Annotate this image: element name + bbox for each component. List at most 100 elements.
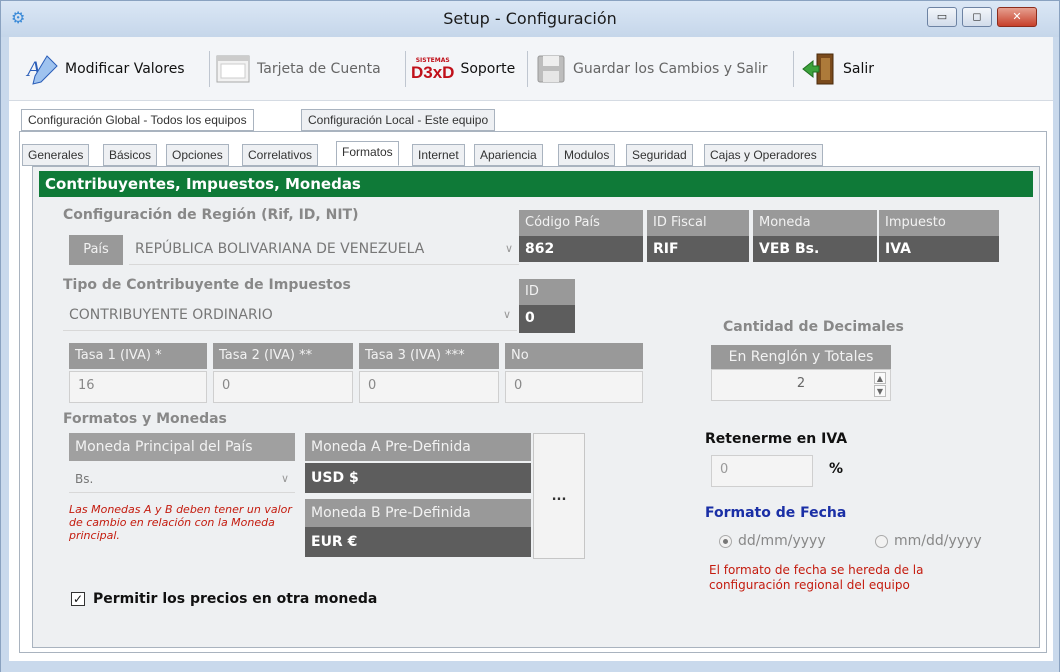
title-bar[interactable]: ⚙ Setup - Configuración ▭ ◻ ✕ [1,1,1059,37]
guardar-salir-button[interactable]: Guardar los Cambios y Salir [535,47,768,91]
contribuyente-value: CONTRIBUYENTE ORDINARIO [69,307,273,323]
decimales-title: Cantidad de Decimales [723,319,904,335]
formatos-content: Contribuyentes, Impuestos, Monedas Confi… [32,166,1040,648]
moneda-b-label: Moneda B Pre-Definida [305,499,531,527]
tasa1-label: Tasa 1 (IVA) * [69,343,207,369]
fecha-mm-dd-radio[interactable]: mm/dd/yyyy [875,533,982,549]
salir-label: Salir [843,61,875,77]
tab-cajas-operadores[interactable]: Cajas y Operadores [704,144,823,166]
pais-value: REPÚBLICA BOLIVARIANA DE VENEZUELA [135,241,425,257]
spinner-down-icon[interactable]: ▼ [874,385,886,397]
no-label: No [505,343,643,369]
permitir-precios-checkbox[interactable]: ✓ Permitir los precios en otra moneda [71,591,377,607]
save-disk-icon [537,55,565,83]
minimize-button[interactable]: ▭ [927,7,957,27]
tab-apariencia[interactable]: Apariencia [474,144,543,166]
checkmark-icon: ✓ [71,592,85,606]
moneda-principal-label: Moneda Principal del País [69,433,295,461]
tab-formatos[interactable]: Formatos [336,141,399,166]
salir-button[interactable]: Salir [801,47,874,91]
tab-modulos[interactable]: Modulos [558,144,616,166]
fecha-mm-dd-label: mm/dd/yyyy [894,533,982,549]
contribuyente-dropdown[interactable]: CONTRIBUYENTE ORDINARIO ∨ [63,301,517,331]
exit-door-icon [802,53,834,85]
tab-basicos[interactable]: Básicos [103,144,158,166]
tarjeta-cuenta-button[interactable]: Tarjeta de Cuenta [215,47,381,91]
moneda-a-value[interactable]: USD $ [305,463,531,493]
soporte-label: Soporte [460,61,516,77]
toolbar: A z Modificar Valores Tarjeta de Cuenta … [9,37,1053,101]
formato-fecha-title: Formato de Fecha [705,505,847,521]
global-config-panel: Generales Básicos Opciones Correlativos … [19,131,1047,653]
moneda-principal-value: Bs. [75,472,94,486]
modificar-valores-label: Modificar Valores [65,61,185,77]
close-button[interactable]: ✕ [997,7,1037,27]
soporte-button[interactable]: SISTEMAS D3xD Soporte [411,47,515,91]
tasa3-label: Tasa 3 (IVA) *** [359,343,499,369]
moneda-value: VEB Bs. [753,236,877,262]
fecha-dd-mm-label: dd/mm/yyyy [738,533,826,549]
tasa1-input[interactable]: 16 [69,371,207,403]
fecha-dd-mm-radio[interactable]: dd/mm/yyyy [719,533,826,549]
moneda-b-value[interactable]: EUR € [305,527,531,557]
modificar-valores-button[interactable]: A z Modificar Valores [25,47,185,91]
id-fiscal-value: RIF [647,236,749,262]
tasa3-input[interactable]: 0 [359,371,499,403]
tab-internet[interactable]: Internet [412,144,465,166]
d3xd-logo: SISTEMAS D3xD [411,57,455,82]
contribuyente-section-title: Tipo de Contribuyente de Impuestos [63,277,351,293]
id-fiscal-label: ID Fiscal [647,210,749,236]
decimales-input[interactable]: 2 ▲ ▼ [711,369,891,401]
no-input[interactable]: 0 [505,371,643,403]
tarjeta-cuenta-label: Tarjeta de Cuenta [257,61,381,77]
retener-iva-title: Retenerme en IVA [705,431,848,447]
contribuyente-id-value: 0 [519,305,575,333]
fecha-note: El formato de fecha se hereda de la conf… [709,563,924,592]
chevron-down-icon: ∨ [502,308,511,321]
formatos-monedas-title: Formatos y Monedas [63,411,227,427]
card-window-icon [216,55,250,83]
tab-seguridad[interactable]: Seguridad [626,144,693,166]
chevron-down-icon: ∨ [504,242,513,255]
guardar-salir-label: Guardar los Cambios y Salir [573,61,768,77]
percent-label: % [829,461,844,477]
monedas-note: Las Monedas A y B deben tener un valor d… [69,503,292,542]
window-title: Setup - Configuración [443,9,617,28]
permitir-precios-label: Permitir los precios en otra moneda [93,591,378,607]
toolbar-separator [793,51,794,87]
moneda-principal-dropdown[interactable]: Bs. ∨ [69,465,295,493]
tab-configuracion-global[interactable]: Configuración Global - Todos los equipos [21,109,254,131]
section-header: Contribuyentes, Impuestos, Monedas [39,171,1033,197]
retener-iva-input[interactable]: 0 [711,455,813,487]
chevron-down-icon: ∨ [280,472,289,485]
tab-opciones[interactable]: Opciones [166,144,229,166]
spinner-up-icon[interactable]: ▲ [874,372,886,384]
status-bar [1,663,1059,672]
tasa2-label: Tasa 2 (IVA) ** [213,343,353,369]
radio-selected-icon [719,534,732,548]
more-currencies-button[interactable]: ... [533,433,585,559]
radio-unselected-icon [875,534,888,548]
codigo-pais-value: 862 [519,236,643,262]
d3xd-logo-text: D3xD [411,62,455,82]
pais-dropdown[interactable]: REPÚBLICA BOLIVARIANA DE VENEZUELA ∨ [129,235,519,265]
tab-generales[interactable]: Generales [22,144,90,166]
moneda-label: Moneda [753,210,877,236]
impuesto-value: IVA [879,236,999,262]
decimales-label: En Renglón y Totales [711,345,891,369]
impuesto-label: Impuesto [879,210,999,236]
tasa2-input[interactable]: 0 [213,371,353,403]
contribuyente-id-label: ID [519,279,575,305]
setup-window: ⚙ Setup - Configuración ▭ ◻ ✕ A z Modifi… [0,0,1060,672]
pais-label: País [69,235,123,265]
main-panel: Configuración Global - Todos los equipos… [9,101,1053,661]
decimales-value: 2 [796,376,806,391]
codigo-pais-label: Código País [519,210,643,236]
moneda-a-label: Moneda A Pre-Definida [305,433,531,461]
maximize-button[interactable]: ◻ [962,7,992,27]
toolbar-separator [209,51,210,87]
toolbar-separator [527,51,528,87]
tab-correlativos[interactable]: Correlativos [242,144,319,166]
edit-values-icon: A z [25,55,58,85]
tab-configuracion-local[interactable]: Configuración Local - Este equipo [301,109,496,131]
